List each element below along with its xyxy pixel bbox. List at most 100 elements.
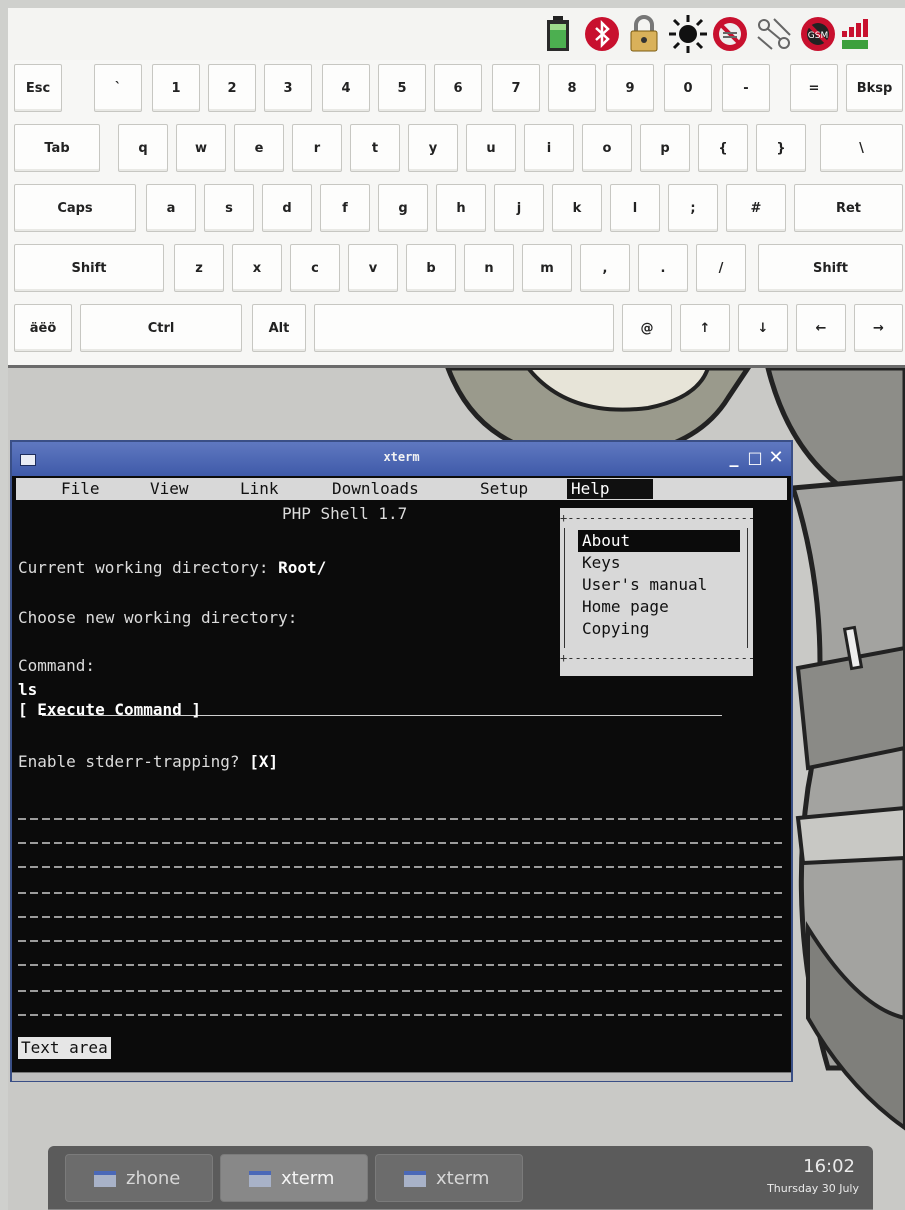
key-return[interactable]: Ret [794, 184, 903, 232]
key-label: l [632, 200, 638, 216]
key-0[interactable]: 0 [664, 64, 712, 112]
brightness-icon[interactable] [668, 13, 708, 55]
menu-help[interactable]: Help [567, 479, 653, 499]
key-9[interactable]: 9 [606, 64, 654, 112]
key-semicolon[interactable]: ; [668, 184, 718, 232]
close-icon[interactable]: ✕ [766, 448, 786, 468]
key-n[interactable]: n [464, 244, 514, 292]
key-tab[interactable]: Tab [14, 124, 100, 172]
task-xterm-active[interactable]: xterm [220, 1154, 368, 1202]
network-icon[interactable] [754, 13, 794, 55]
menu-file[interactable]: File [57, 479, 104, 499]
menu-view[interactable]: View [146, 479, 193, 499]
key-arrow-left[interactable]: ← [796, 304, 846, 352]
help-item-copying[interactable]: Copying [578, 618, 740, 640]
key-7[interactable]: 7 [492, 64, 540, 112]
key-comma[interactable]: , [580, 244, 630, 292]
key-right-brace[interactable]: } [756, 124, 806, 172]
key-g[interactable]: g [378, 184, 428, 232]
key-5[interactable]: 5 [378, 64, 426, 112]
key-e[interactable]: e [234, 124, 284, 172]
key-z[interactable]: z [174, 244, 224, 292]
wifi-off-icon[interactable] [710, 13, 750, 55]
menu-downloads[interactable]: Downloads [328, 479, 423, 499]
menu-setup[interactable]: Setup [476, 479, 532, 499]
clock-time[interactable]: 16:02 [803, 1156, 855, 1177]
key-space[interactable] [314, 304, 614, 352]
key-i[interactable]: i [524, 124, 574, 172]
stderr-checkbox[interactable]: [X] [249, 752, 278, 771]
key-2[interactable]: 2 [208, 64, 256, 112]
key-1[interactable]: 1 [152, 64, 200, 112]
key-k[interactable]: k [552, 184, 602, 232]
help-item-keys[interactable]: Keys [578, 552, 740, 574]
menu-link[interactable]: Link [236, 479, 283, 499]
key-backspace[interactable]: Bksp [846, 64, 903, 112]
task-xterm[interactable]: xterm [375, 1154, 523, 1202]
key-equals[interactable]: = [790, 64, 838, 112]
key-o[interactable]: o [582, 124, 632, 172]
key-d[interactable]: d [262, 184, 312, 232]
help-item-users-manual[interactable]: User's manual [578, 574, 740, 596]
key-c[interactable]: c [290, 244, 340, 292]
key-umlaut[interactable]: äëö [14, 304, 72, 352]
command-input[interactable]: ls [18, 680, 718, 700]
key-arrow-down[interactable]: ↓ [738, 304, 788, 352]
key-3[interactable]: 3 [264, 64, 312, 112]
xterm-window[interactable]: xterm _ □ ✕ File View Link Downloads Set… [10, 440, 793, 1082]
key-v[interactable]: v [348, 244, 398, 292]
key-w[interactable]: w [176, 124, 226, 172]
lock-icon[interactable] [624, 13, 664, 55]
window-titlebar[interactable]: xterm _ □ ✕ [12, 442, 791, 476]
key-6[interactable]: 6 [434, 64, 482, 112]
key-q[interactable]: q [118, 124, 168, 172]
bluetooth-icon[interactable] [582, 13, 622, 55]
key-8[interactable]: 8 [548, 64, 596, 112]
key-x[interactable]: x [232, 244, 282, 292]
key-shift-left[interactable]: Shift [14, 244, 164, 292]
signal-icon[interactable] [840, 13, 870, 55]
maximize-icon[interactable]: □ [745, 448, 765, 468]
key-backtick[interactable]: ` [94, 64, 142, 112]
key-t[interactable]: t [350, 124, 400, 172]
task-zhone[interactable]: zhone [65, 1154, 213, 1202]
key-y[interactable]: y [408, 124, 458, 172]
key-arrow-up[interactable]: ↑ [680, 304, 730, 352]
horizontal-scrollbar[interactable] [12, 1072, 791, 1081]
key-slash[interactable]: / [696, 244, 746, 292]
key-s[interactable]: s [204, 184, 254, 232]
key-at[interactable]: @ [622, 304, 672, 352]
key-minus[interactable]: - [722, 64, 770, 112]
key-a[interactable]: a [146, 184, 196, 232]
key-alt[interactable]: Alt [252, 304, 306, 352]
key-label: e [254, 140, 264, 156]
key-m[interactable]: m [522, 244, 572, 292]
key-4[interactable]: 4 [322, 64, 370, 112]
help-item-about[interactable]: About [578, 530, 740, 552]
key-ctrl[interactable]: Ctrl [80, 304, 242, 352]
key-arrow-right[interactable]: → [854, 304, 903, 352]
battery-icon[interactable] [538, 13, 578, 55]
key-hash[interactable]: # [726, 184, 786, 232]
key-r[interactable]: r [292, 124, 342, 172]
key-j[interactable]: j [494, 184, 544, 232]
gsm-off-icon[interactable]: GSM [798, 13, 838, 55]
key-backslash[interactable]: \ [820, 124, 903, 172]
key-l[interactable]: l [610, 184, 660, 232]
cwd-link[interactable]: Root/ [278, 558, 326, 577]
key-b[interactable]: b [406, 244, 456, 292]
help-item-home-page[interactable]: Home page [578, 596, 740, 618]
choose-dir-label[interactable]: Choose new working directory: [18, 608, 297, 628]
key-h[interactable]: h [436, 184, 486, 232]
key-caps[interactable]: Caps [14, 184, 136, 232]
key-shift-right[interactable]: Shift [758, 244, 903, 292]
minimize-icon[interactable]: _ [724, 448, 744, 468]
key-f[interactable]: f [320, 184, 370, 232]
execute-command-button[interactable]: [ Execute Command ] [18, 700, 201, 720]
key-period[interactable]: . [638, 244, 688, 292]
key-p[interactable]: p [640, 124, 690, 172]
key-u[interactable]: u [466, 124, 516, 172]
key-esc[interactable]: Esc [14, 64, 62, 112]
text-area-field[interactable]: Text area [18, 1037, 111, 1059]
key-left-brace[interactable]: { [698, 124, 748, 172]
